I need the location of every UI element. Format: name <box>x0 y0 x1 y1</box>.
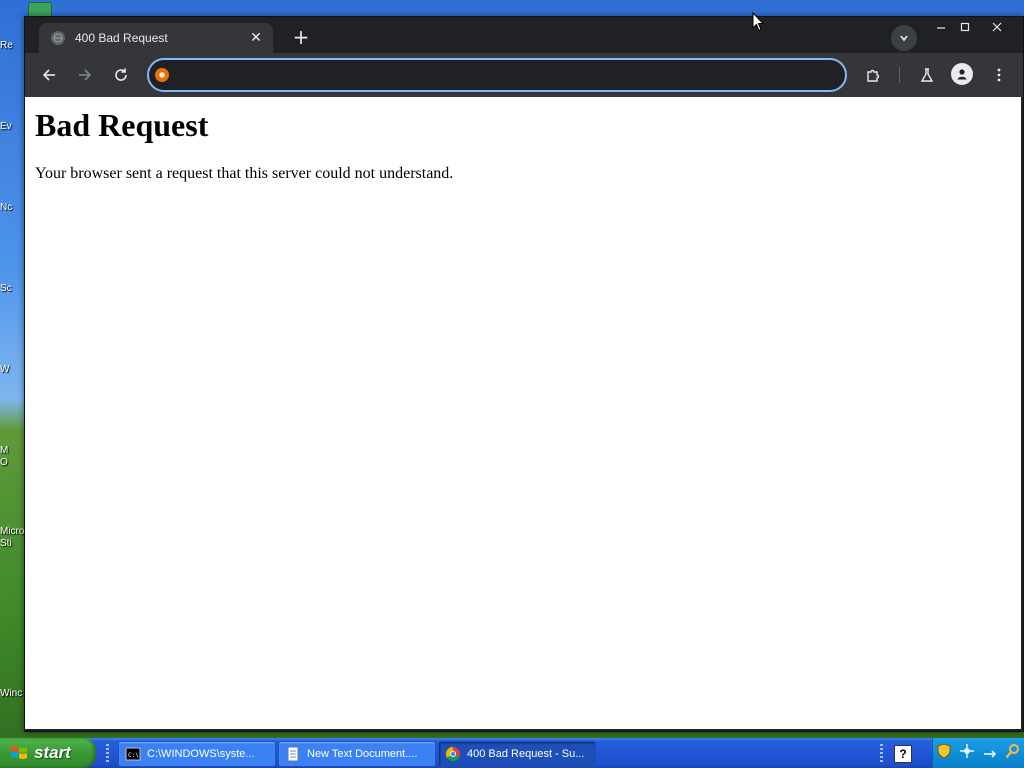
taskbar-item-chrome[interactable]: 400 Bad Request - Su... <box>438 741 596 767</box>
toolbar-divider <box>899 67 900 83</box>
minimize-icon <box>937 27 945 29</box>
page-message: Your browser sent a request that this se… <box>35 165 454 182</box>
system-tray <box>932 738 1024 768</box>
desktop-icon-label[interactable]: W <box>0 364 24 376</box>
taskbar-grip[interactable] <box>880 744 883 762</box>
flask-icon <box>920 68 934 82</box>
tab-bad-request[interactable]: 400 Bad Request ✕ <box>39 23 273 53</box>
notepad-icon <box>285 746 301 762</box>
extensions-button[interactable] <box>861 63 885 87</box>
start-button[interactable]: start <box>0 738 96 768</box>
desktop-icon-label[interactable]: Sti <box>0 538 24 550</box>
close-icon <box>992 22 1002 32</box>
arrow-tray-icon[interactable] <box>983 744 997 763</box>
page-viewport: Bad Request Your browser sent a request … <box>25 97 1021 729</box>
reload-button[interactable] <box>109 63 133 87</box>
new-tab-button[interactable]: + <box>289 25 313 49</box>
reload-icon <box>115 68 127 81</box>
forward-button[interactable] <box>73 63 97 87</box>
windows-logo-icon <box>10 744 28 762</box>
close-window-button[interactable] <box>981 17 1013 37</box>
security-shield-icon[interactable] <box>937 743 951 763</box>
cmd-icon: C:\ <box>125 746 141 762</box>
tab-strip: 400 Bad Request ✕ + <box>25 17 1023 53</box>
address-bar[interactable] <box>147 58 847 92</box>
globe-icon <box>51 31 65 45</box>
menu-button[interactable] <box>987 63 1011 87</box>
arrow-right-icon <box>79 69 92 81</box>
person-icon <box>957 69 967 80</box>
puzzle-icon <box>867 69 880 82</box>
kebab-menu-icon <box>997 68 1001 82</box>
page-heading: Bad Request <box>35 107 209 143</box>
taskbar-item-label: C:\WINDOWS\syste... <box>147 748 255 760</box>
taskbar-grip[interactable] <box>106 744 109 762</box>
network-icon[interactable] <box>959 743 975 763</box>
desktop-icon-label[interactable]: O <box>0 457 24 469</box>
site-info-icon[interactable] <box>155 68 169 82</box>
start-label: start <box>34 743 71 762</box>
tab-close-icon[interactable]: ✕ <box>247 29 265 47</box>
desktop-icon-label[interactable]: Micro <box>0 526 24 538</box>
desktop-icon-label[interactable]: M <box>0 445 24 457</box>
taskbar-item-label: 400 Bad Request - Su... <box>467 748 585 760</box>
desktop-icon-label[interactable]: Ev <box>0 121 24 133</box>
address-input[interactable] <box>177 66 845 84</box>
browser-toolbar <box>25 53 1023 97</box>
magnifier-icon[interactable] <box>1005 743 1021 763</box>
profile-avatar[interactable] <box>951 63 973 85</box>
maximize-button[interactable] <box>949 17 981 37</box>
tab-search-button[interactable] <box>891 25 917 51</box>
desktop-icon-label[interactable]: Nc <box>0 202 24 214</box>
taskbar-item-notepad[interactable]: New Text Document.... <box>278 741 436 767</box>
svg-text:C:\: C:\ <box>128 752 139 759</box>
back-button[interactable] <box>37 63 61 87</box>
desktop-icon-label[interactable]: Winc <box>0 688 24 700</box>
mouse-cursor-icon <box>752 12 764 32</box>
labs-button[interactable] <box>915 63 939 87</box>
taskbar: start C:\ C:\WINDOWS\syste... New Text D… <box>0 738 1024 768</box>
desktop-icon-label[interactable]: Sc <box>0 283 24 295</box>
chrome-icon <box>445 746 461 762</box>
maximize-icon <box>960 22 970 32</box>
chevron-down-icon <box>900 35 908 42</box>
desktop-icon-label[interactable]: Re <box>0 40 24 52</box>
arrow-left-icon <box>42 69 55 81</box>
browser-window: 400 Bad Request ✕ + Bad Request Your bro… <box>24 16 1024 732</box>
taskbar-item-cmd[interactable]: C:\ C:\WINDOWS\syste... <box>118 741 276 767</box>
help-icon[interactable]: ? <box>894 745 912 763</box>
taskbar-item-label: New Text Document.... <box>307 748 418 760</box>
tab-title: 400 Bad Request <box>75 31 168 45</box>
